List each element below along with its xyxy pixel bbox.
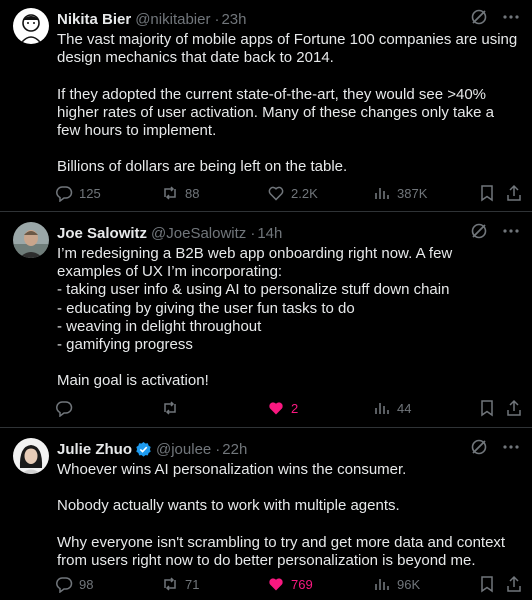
reply-icon (56, 186, 73, 202)
like-button[interactable]: 769 (267, 575, 313, 593)
timestamp[interactable]: 14h (257, 225, 282, 242)
separator-dot: · (215, 440, 221, 458)
views-icon (375, 403, 389, 414)
repost-icon (164, 186, 176, 200)
tweet-3[interactable]: Julie Zhuo @joulee · 22h Whoever wins AI… (0, 428, 532, 600)
views-count: 96K (397, 576, 421, 592)
tweet-content: Nikita Bier @nikitabier · 23h The vast m… (57, 8, 520, 177)
repost-button[interactable]: 71 (161, 575, 199, 593)
tweet-header: Joe Salowitz @JoeSalowitz · 14h (57, 222, 520, 244)
views-button[interactable]: 387K (373, 184, 427, 202)
share-icon[interactable] (505, 575, 523, 593)
views-count: 387K (397, 185, 428, 201)
tweet-text: I’m redesigning a B2B web app onboarding… (57, 245, 453, 390)
tweet-actions: 2 44 (0, 398, 532, 418)
like-count: 769 (291, 576, 313, 592)
views-button[interactable]: 44 (373, 399, 411, 417)
timestamp[interactable]: 23h (221, 11, 246, 28)
like-count: 2 (291, 400, 299, 416)
author-name[interactable]: Joe Salowitz (57, 225, 147, 242)
reply-count: 125 (79, 185, 101, 201)
more-options-icon[interactable] (502, 438, 520, 456)
header-icons (470, 438, 520, 456)
like-button[interactable]: 2 (267, 399, 298, 417)
tweet-1[interactable]: Nikita Bier @nikitabier · 23h The vast m… (0, 0, 532, 212)
author-name[interactable]: Nikita Bier (57, 11, 131, 28)
bookmark-icon[interactable] (478, 399, 496, 417)
separator-dot: · (250, 224, 256, 242)
author-name[interactable]: Julie Zhuo (57, 441, 132, 458)
share-icon[interactable] (505, 399, 523, 417)
repost-icon (164, 577, 176, 591)
reply-count: 98 (79, 576, 94, 592)
tweet-content: Joe Salowitz @JoeSalowitz · 14h I’m rede… (57, 222, 520, 391)
timestamp[interactable]: 22h (222, 441, 247, 458)
repost-count: 88 (185, 185, 200, 201)
bookmark-icon[interactable] (478, 575, 496, 593)
header-icons (470, 222, 520, 240)
avatar[interactable] (13, 438, 49, 474)
tweet-actions: 125 88 2.2K 387K (0, 183, 532, 203)
bookmark-icon[interactable] (478, 184, 496, 202)
grok-icon[interactable] (470, 8, 488, 26)
verified-badge-icon (135, 441, 152, 458)
repost-button[interactable] (161, 399, 185, 417)
avatar[interactable] (13, 222, 49, 258)
views-icon (375, 188, 389, 199)
tweet-text: The vast majority of mobile apps of Fort… (57, 31, 518, 176)
more-options-icon[interactable] (502, 222, 520, 240)
header-icons (470, 8, 520, 26)
tweet-actions: 98 71 769 96K (0, 574, 532, 594)
author-handle[interactable]: @joulee (156, 441, 211, 458)
reply-button[interactable]: 125 (55, 184, 101, 202)
share-icon[interactable] (505, 184, 523, 202)
reply-button[interactable] (55, 399, 79, 417)
repost-button[interactable]: 88 (161, 184, 199, 202)
tweet-header: Nikita Bier @nikitabier · 23h (57, 8, 520, 30)
views-button[interactable]: 96K (373, 575, 420, 593)
tweet-text: Whoever wins AI personalization wins the… (57, 461, 506, 570)
grok-icon[interactable] (470, 222, 488, 240)
reply-button[interactable]: 98 (55, 575, 93, 593)
heart-filled-icon (269, 578, 283, 591)
avatar[interactable] (13, 8, 49, 44)
more-options-icon[interactable] (502, 8, 520, 26)
author-handle[interactable]: @JoeSalowitz (151, 225, 246, 242)
author-handle[interactable]: @nikitabier (135, 11, 210, 28)
heart-icon (268, 186, 284, 201)
reply-icon (56, 577, 73, 593)
like-button[interactable]: 2.2K (267, 184, 318, 202)
heart-filled-icon (269, 402, 283, 415)
tweet-2[interactable]: Joe Salowitz @JoeSalowitz · 14h I’m rede… (0, 212, 532, 428)
reply-icon (56, 401, 73, 417)
separator-dot: · (214, 10, 220, 28)
tweet-content: Julie Zhuo @joulee · 22h Whoever wins AI… (57, 438, 520, 570)
repost-count: 71 (185, 576, 200, 592)
grok-icon[interactable] (470, 438, 488, 456)
tweet-header: Julie Zhuo @joulee · 22h (57, 438, 520, 460)
repost-icon (164, 401, 176, 415)
views-count: 44 (397, 400, 412, 416)
like-count: 2.2K (291, 185, 318, 201)
views-icon (375, 579, 389, 590)
